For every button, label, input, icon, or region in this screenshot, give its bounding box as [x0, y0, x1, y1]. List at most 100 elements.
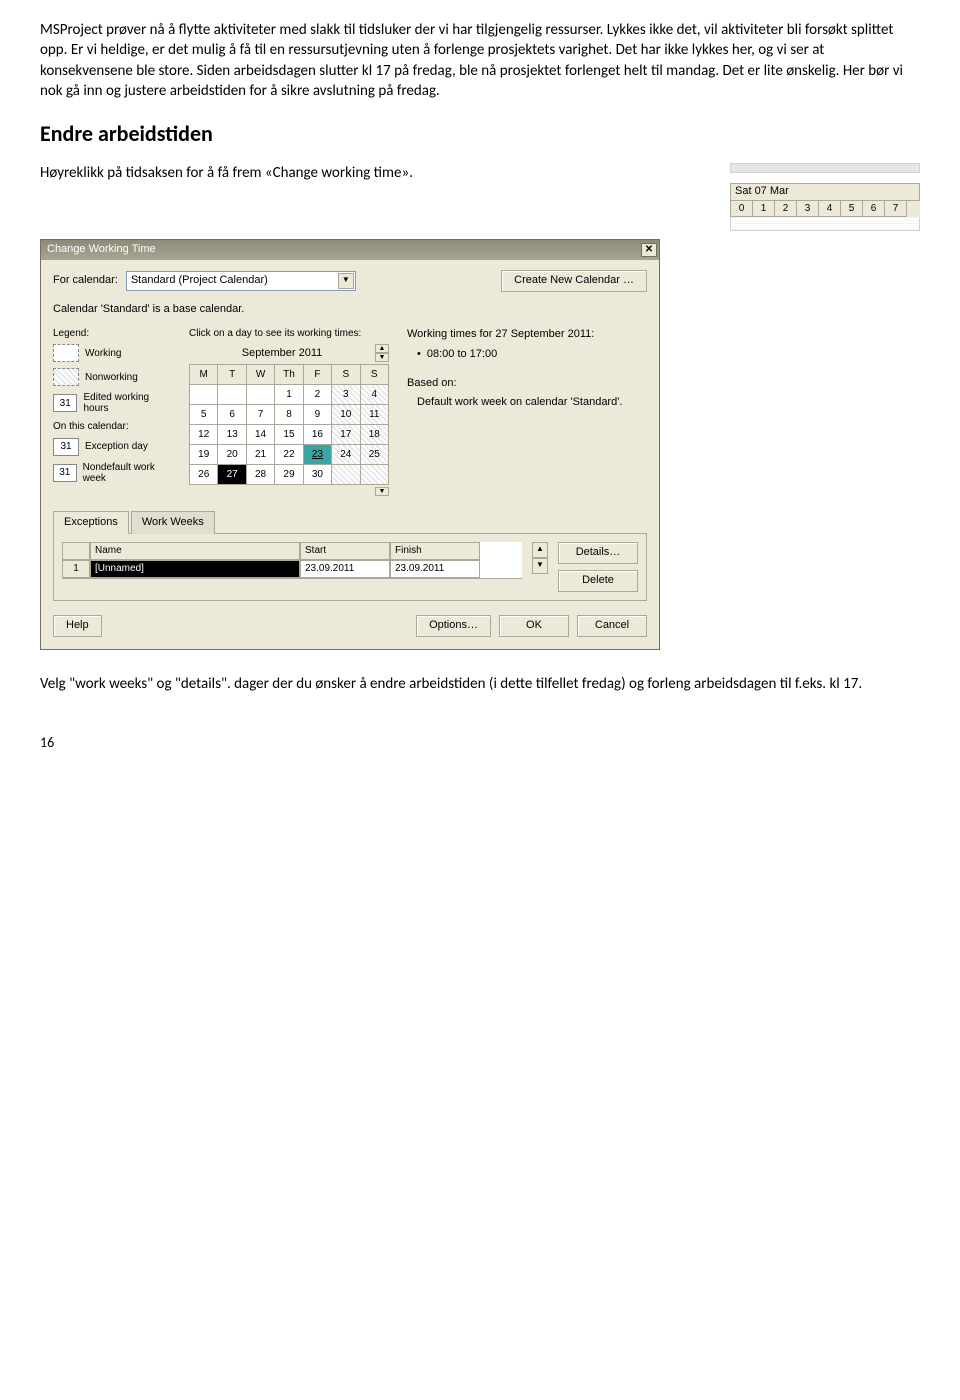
- dow-header: W: [246, 365, 274, 385]
- legend-title: Legend:: [53, 327, 171, 341]
- cell-finish[interactable]: 23.09.2011: [390, 560, 480, 578]
- cal-day[interactable]: 24: [332, 445, 360, 465]
- cal-day[interactable]: [246, 385, 274, 405]
- cal-day[interactable]: [332, 465, 360, 485]
- base-calendar-text: Calendar 'Standard' is a base calendar.: [53, 302, 647, 317]
- cal-day[interactable]: 1: [275, 385, 303, 405]
- calendar-grid[interactable]: M T W Th F S S 1 2 3: [189, 364, 389, 485]
- cal-day[interactable]: 8: [275, 405, 303, 425]
- cal-day[interactable]: 16: [303, 425, 331, 445]
- legend-edited: Edited working hours: [83, 392, 171, 414]
- legend-exception: Exception day: [85, 441, 148, 452]
- timeline-hour: 3: [797, 201, 819, 217]
- cal-day[interactable]: 17: [332, 425, 360, 445]
- tab-work-weeks[interactable]: Work Weeks: [131, 511, 215, 534]
- col-name: Name: [90, 542, 300, 560]
- exceptions-grid[interactable]: Name Start Finish 1 [Unnamed] 23.09.2011…: [62, 542, 522, 579]
- create-new-calendar-button[interactable]: Create New Calendar …: [501, 270, 647, 292]
- timeline-day-label: Sat 07 Mar: [730, 183, 920, 201]
- dow-header: T: [218, 365, 246, 385]
- dow-header: M: [190, 365, 218, 385]
- closing-paragraph: Velg "work weeks" og "details". dager de…: [40, 674, 920, 694]
- cal-day-highlight[interactable]: 27: [218, 465, 246, 485]
- cal-day[interactable]: 29: [275, 465, 303, 485]
- chevron-down-icon[interactable]: ▼: [375, 353, 389, 362]
- cal-day[interactable]: 6: [218, 405, 246, 425]
- cal-day[interactable]: [218, 385, 246, 405]
- cal-day[interactable]: 5: [190, 405, 218, 425]
- calendar-scroll[interactable]: ▼: [375, 487, 389, 496]
- row-number: 1: [62, 560, 90, 578]
- tab-exceptions[interactable]: Exceptions: [53, 511, 129, 534]
- delete-button[interactable]: Delete: [558, 570, 638, 592]
- chevron-up-icon[interactable]: ▲: [375, 344, 389, 353]
- calendar-select-value: Standard (Project Calendar): [131, 273, 268, 288]
- chevron-down-icon[interactable]: ▼: [375, 487, 389, 496]
- cal-day[interactable]: 10: [332, 405, 360, 425]
- cal-day-selected[interactable]: 23: [303, 445, 331, 465]
- cal-day[interactable]: [360, 465, 388, 485]
- based-on-value: Default work week on calendar 'Standard'…: [417, 395, 647, 410]
- calendar-select[interactable]: Standard (Project Calendar) ▼: [126, 271, 356, 291]
- page-number: 16: [40, 734, 920, 753]
- instruction-text: Høyreklikk på tidsaksen for å få frem «C…: [40, 163, 710, 183]
- for-calendar-label: For calendar:: [53, 273, 118, 288]
- cal-day[interactable]: 13: [218, 425, 246, 445]
- col-start: Start: [300, 542, 390, 560]
- cal-day[interactable]: 11: [360, 405, 388, 425]
- legend-working-icon: [53, 344, 79, 362]
- ok-button[interactable]: OK: [499, 615, 569, 637]
- cal-day[interactable]: 19: [190, 445, 218, 465]
- timeline-hour: 2: [775, 201, 797, 217]
- section-heading: Endre arbeidstiden: [40, 119, 920, 149]
- month-spinner[interactable]: ▲ ▼: [375, 344, 389, 362]
- cell-name[interactable]: [Unnamed]: [90, 560, 300, 578]
- options-button[interactable]: Options…: [416, 615, 491, 637]
- dow-header: S: [360, 365, 388, 385]
- cal-day[interactable]: 12: [190, 425, 218, 445]
- chevron-up-icon[interactable]: ▲: [532, 542, 548, 558]
- cancel-button[interactable]: Cancel: [577, 615, 647, 637]
- legend-nondefault-icon: 31: [53, 464, 77, 482]
- click-hint: Click on a day to see its working times:: [189, 327, 389, 341]
- grid-corner: [62, 542, 90, 560]
- change-working-time-dialog: Change Working Time ✕ For calendar: Stan…: [40, 239, 660, 650]
- chevron-down-icon: ▼: [338, 273, 354, 289]
- legend-edited-icon: 31: [53, 394, 77, 412]
- timeline-hour: 6: [863, 201, 885, 217]
- cal-day[interactable]: 21: [246, 445, 274, 465]
- cal-day[interactable]: [190, 385, 218, 405]
- working-times-title: Working times for 27 September 2011:: [407, 327, 647, 342]
- cal-day[interactable]: 20: [218, 445, 246, 465]
- details-button[interactable]: Details…: [558, 542, 638, 564]
- cal-day[interactable]: 7: [246, 405, 274, 425]
- cal-day[interactable]: 9: [303, 405, 331, 425]
- dow-header: S: [332, 365, 360, 385]
- close-icon[interactable]: ✕: [641, 243, 657, 257]
- help-button[interactable]: Help: [53, 615, 102, 637]
- dow-header: Th: [275, 365, 303, 385]
- cell-start[interactable]: 23.09.2011: [300, 560, 390, 578]
- cal-day[interactable]: 30: [303, 465, 331, 485]
- cal-day[interactable]: 25: [360, 445, 388, 465]
- timeline-hour: 1: [753, 201, 775, 217]
- grid-scrollbar[interactable]: ▲ ▼: [532, 542, 548, 574]
- calendar-month: September 2011: [189, 346, 375, 361]
- cal-day[interactable]: 18: [360, 425, 388, 445]
- chevron-down-icon[interactable]: ▼: [532, 558, 548, 574]
- cal-day[interactable]: 22: [275, 445, 303, 465]
- cal-day[interactable]: 15: [275, 425, 303, 445]
- working-time-item: 08:00 to 17:00: [417, 347, 647, 362]
- dialog-title: Change Working Time: [47, 242, 156, 257]
- cal-day[interactable]: 3: [332, 385, 360, 405]
- legend-exception-icon: 31: [53, 438, 79, 456]
- cal-day[interactable]: 28: [246, 465, 274, 485]
- cal-day[interactable]: 4: [360, 385, 388, 405]
- cal-day[interactable]: 14: [246, 425, 274, 445]
- cal-day[interactable]: 26: [190, 465, 218, 485]
- legend-on-this: On this calendar:: [53, 420, 171, 434]
- timeline-snippet: Sat 07 Mar 0 1 2 3 4 5 6 7: [730, 163, 920, 231]
- legend-nonworking: Nonworking: [85, 372, 138, 383]
- dow-header: F: [303, 365, 331, 385]
- cal-day[interactable]: 2: [303, 385, 331, 405]
